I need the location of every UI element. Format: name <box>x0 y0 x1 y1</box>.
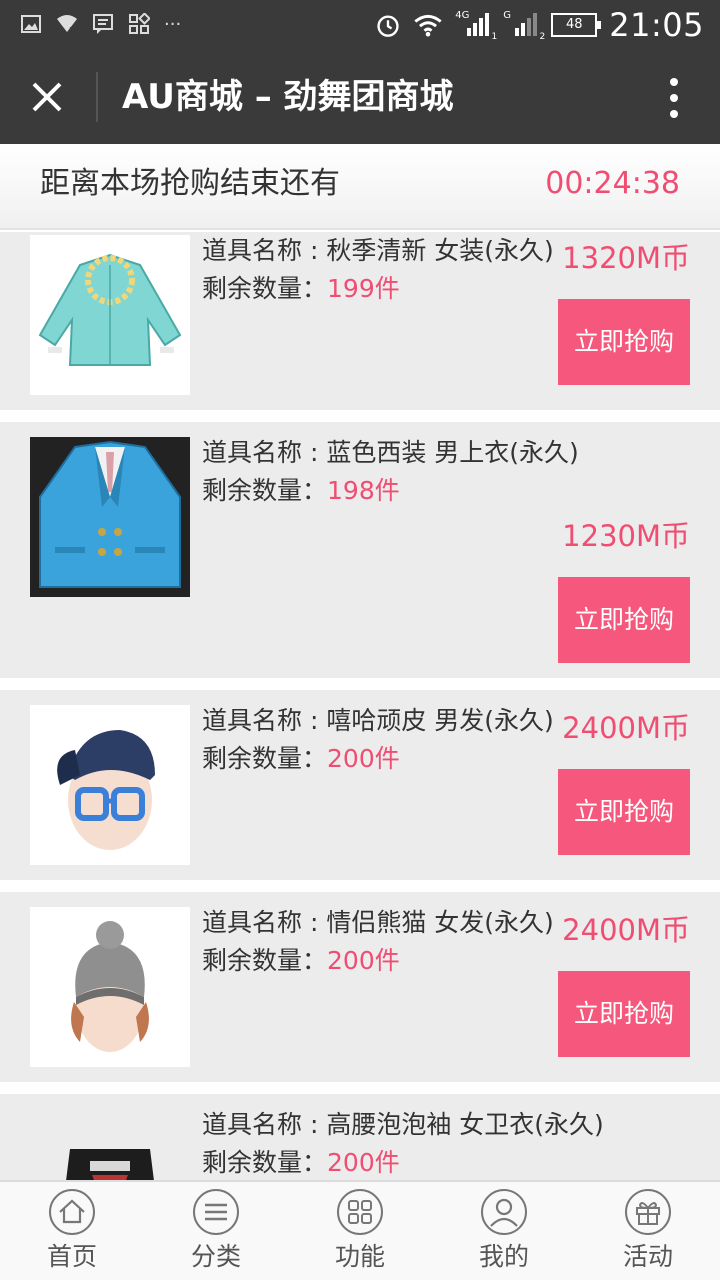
product-card: 道具名称 : 蓝色西装 男上衣(永久) 剩余数量：198件 1230M币 立即抢… <box>0 422 720 678</box>
beanie-image <box>30 907 190 1067</box>
product-name: 道具名称 : 秋季清新 女装(永久) <box>202 236 554 265</box>
nav-label-features: 功能 <box>334 1242 385 1271</box>
product-stock: 剩余数量：200件 <box>202 946 400 975</box>
product-price: 1320M币 <box>562 241 690 275</box>
nav-home[interactable]: 首页 <box>0 1182 144 1280</box>
countdown-timer: 00:24:38 <box>545 166 680 201</box>
nav-mine[interactable]: 我的 <box>432 1182 576 1280</box>
nav-label-category: 分类 <box>190 1242 241 1271</box>
product-price: 2400M币 <box>562 913 690 947</box>
user-icon <box>481 1189 527 1235</box>
page-title: AU商城 – 劲舞团商城 <box>122 77 454 117</box>
battery-icon: 48 <box>551 13 602 37</box>
nav-label-mine: 我的 <box>478 1242 529 1271</box>
gallery-notification-icon <box>21 15 41 33</box>
grid-icon <box>337 1189 383 1235</box>
nav-activity[interactable]: 活动 <box>576 1182 720 1280</box>
cap-glasses-image <box>30 705 190 865</box>
black-hoodie-image <box>30 1109 190 1180</box>
product-card: 道具名称 : 高腰泡泡袖 女卫衣(永久) 剩余数量：200件 <box>0 1094 720 1180</box>
buy-now-button[interactable]: 立即抢购 <box>558 769 690 855</box>
signal-4g-icon: 4G 1 <box>455 10 498 42</box>
more-options-icon[interactable] <box>664 76 684 120</box>
product-price: 2400M币 <box>562 711 690 745</box>
nav-category[interactable]: 分类 <box>144 1182 288 1280</box>
nav-features[interactable]: 功能 <box>288 1182 432 1280</box>
product-name: 道具名称 : 高腰泡泡袖 女卫衣(永久) <box>202 1110 604 1139</box>
buy-now-button[interactable]: 立即抢购 <box>558 971 690 1057</box>
product-name: 道具名称 : 情侣熊猫 女发(永久) <box>202 908 554 937</box>
wifi-question-icon: ? <box>57 15 77 35</box>
product-price: 1230M币 <box>562 519 690 553</box>
alarm-icon <box>377 15 399 37</box>
signal-g-icon: G 2 <box>503 10 546 42</box>
product-list[interactable]: 道具名称 : 秋季清新 女装(永久) 剩余数量：199件 1320M币 立即抢购 <box>0 232 720 1180</box>
battery-level: 48 <box>566 17 583 32</box>
svg-text:?: ? <box>69 26 74 35</box>
wifi-icon <box>414 14 442 37</box>
product-thumbnail[interactable] <box>30 705 190 865</box>
title-divider <box>96 72 98 122</box>
product-stock: 剩余数量：199件 <box>202 274 400 303</box>
product-stock: 剩余数量：198件 <box>202 476 400 505</box>
teal-jacket-image <box>30 235 190 395</box>
blue-suit-image <box>30 437 190 597</box>
bottom-nav: 首页 分类 功能 我的 活动 <box>0 1180 720 1280</box>
product-thumbnail[interactable] <box>30 437 190 597</box>
buy-now-button[interactable]: 立即抢购 <box>558 299 690 385</box>
apps-icon <box>129 13 150 34</box>
countdown-label: 距离本场抢购结束还有 <box>40 166 340 201</box>
message-icon <box>93 14 113 34</box>
close-icon[interactable] <box>22 72 72 122</box>
nav-label-home: 首页 <box>46 1242 97 1271</box>
product-card: 道具名称 : 嘻哈顽皮 男发(永久) 剩余数量：200件 2400M币 立即抢购 <box>0 690 720 880</box>
status-bar: ? ··· 4G 1 G 2 48 21:05 <box>0 0 720 50</box>
home-icon <box>49 1189 95 1235</box>
menu-icon <box>193 1189 239 1235</box>
clock: 21:05 <box>609 6 704 44</box>
gift-icon <box>625 1189 671 1235</box>
product-thumbnail[interactable] <box>30 1109 190 1180</box>
product-thumbnail[interactable] <box>30 235 190 395</box>
buy-now-button[interactable]: 立即抢购 <box>558 577 690 663</box>
title-bar: AU商城 – 劲舞团商城 <box>0 50 720 144</box>
product-name: 道具名称 : 嘻哈顽皮 男发(永久) <box>202 706 554 735</box>
product-thumbnail[interactable] <box>30 907 190 1067</box>
product-card: 道具名称 : 情侣熊猫 女发(永久) 剩余数量：200件 2400M币 立即抢购 <box>0 892 720 1082</box>
product-card: 道具名称 : 秋季清新 女装(永久) 剩余数量：199件 1320M币 立即抢购 <box>0 232 720 410</box>
more-notifications-icon: ··· <box>164 13 182 35</box>
product-stock: 剩余数量：200件 <box>202 1148 400 1177</box>
app-screen: ? ··· 4G 1 G 2 48 21:05 AU商城 – 劲舞团商城 距离本… <box>0 0 720 1280</box>
countdown-bar: 距离本场抢购结束还有 00:24:38 <box>0 144 720 230</box>
nav-label-activity: 活动 <box>622 1242 673 1271</box>
product-stock: 剩余数量：200件 <box>202 744 400 773</box>
product-name: 道具名称 : 蓝色西装 男上衣(永久) <box>202 438 579 467</box>
